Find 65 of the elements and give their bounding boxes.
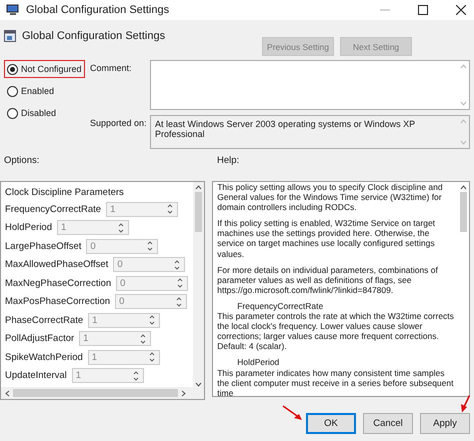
options-label: Options:	[4, 155, 40, 168]
scroll-down-icon[interactable]	[195, 382, 202, 387]
spin-arrows-icon[interactable]	[166, 203, 174, 216]
window-title: Global Configuration Settings	[26, 4, 170, 16]
help-heading: FrequencyCorrectRate	[236, 300, 324, 312]
spin-field[interactable]: 1	[72, 368, 144, 384]
spin-field[interactable]: 0	[113, 257, 186, 272]
scroll-left-icon[interactable]	[5, 390, 10, 396]
parameter-label: MaxAllowedPhaseOffset	[5, 259, 108, 270]
spin-arrows-icon[interactable]	[175, 296, 184, 308]
close-icon[interactable]	[456, 5, 466, 15]
spin-field[interactable]: 0	[115, 294, 188, 310]
spin-field[interactable]: 1	[88, 350, 160, 365]
scroll-thumb[interactable]	[460, 192, 467, 232]
computer-icon	[6, 4, 20, 16]
supported-label: Supported on:	[90, 117, 148, 130]
comment-label: Comment:	[90, 62, 133, 75]
scroll-up-icon[interactable]	[460, 185, 467, 190]
scroll-thumb[interactable]	[195, 192, 202, 232]
supported-field: At least Windows Server 2003 operating systems or Windows XP Professional	[150, 115, 470, 149]
spin-field[interactable]: 1	[57, 220, 129, 236]
help-label: Help:	[217, 155, 240, 168]
options-heading: Clock Discipline Parameters	[5, 186, 125, 200]
policy-icon	[4, 30, 16, 42]
radio-option[interactable]: Disabled	[4, 104, 60, 122]
spin-arrows-icon[interactable]	[173, 258, 182, 271]
spin-arrows-icon[interactable]	[148, 314, 156, 326]
spin-field[interactable]: 1	[88, 312, 160, 328]
help-paragraph: If this policy setting is enabled, W32time Service on target machines use the settings provided here. Otherwise, the service on target machines use locally configured settings values.	[217, 218, 436, 259]
help-paragraph: For more details on individual parameters, combinations of parameter values as well as definitions of flags, see https://go.microsoft.com/fwlink/?linkid=847809.	[217, 264, 439, 295]
parameter-label: PhaseCorrectRate	[5, 314, 84, 326]
radio-option[interactable]: Enabled	[4, 82, 58, 100]
spin-arrows-icon[interactable]	[146, 240, 154, 252]
dialog-button[interactable]: Cancel	[363, 413, 413, 434]
horizontal-scrollbar[interactable]	[1, 387, 204, 399]
spin-arrows-icon[interactable]	[139, 332, 148, 345]
help-paragraph: This parameter indicates how many consistent time samples the client computer must receive in a series before subsequent time	[217, 368, 454, 396]
radio-option[interactable]: Not Configured	[4, 60, 85, 78]
dialog-button[interactable]: Apply	[420, 413, 470, 434]
parameter-label: LargePhaseOffset	[5, 240, 82, 252]
spin-field[interactable]: 1	[106, 202, 178, 217]
maximize-icon[interactable]	[418, 5, 428, 15]
scroll-right-icon[interactable]	[181, 390, 186, 396]
help-paragraph: This policy setting allows you to specify Clock discipline and General values for the Windows Time service (W32time) for domain controllers including RODCs.	[217, 182, 444, 212]
scrollbar[interactable]	[193, 182, 204, 387]
spin-arrows-icon[interactable]	[176, 277, 184, 290]
parameter-label: FrequencyCorrectRate	[5, 204, 102, 215]
spin-field[interactable]: 1	[79, 331, 152, 346]
parameter-label: PollAdjustFactor	[5, 333, 74, 344]
parameter-label: UpdateInterval	[5, 370, 67, 382]
spin-field[interactable]: 0	[116, 276, 188, 291]
parameter-label: MaxNegPhaseCorrection	[5, 278, 112, 289]
scroll-up-icon[interactable]	[195, 185, 202, 190]
setting-title: Global Configuration Settings	[22, 30, 166, 42]
parameter-label: MaxPosPhaseCorrection	[5, 296, 110, 308]
scroll-thumb[interactable]	[13, 389, 178, 397]
parameter-label: SpikeWatchPeriod	[5, 352, 83, 363]
dialog-button[interactable]: OK	[306, 413, 356, 434]
help-paragraph: This parameter controls the rate at which the W32time corrects the local clock's frequency. Lower values cause slower corrections; larger values cause more frequent corrections. Default: 4 (scalar).	[217, 311, 454, 352]
help-heading: HoldPeriod	[236, 357, 280, 368]
spin-arrows-icon[interactable]	[148, 351, 156, 364]
parameter-label: HoldPeriod	[5, 222, 52, 234]
spin-arrows-icon[interactable]	[117, 222, 125, 234]
spin-field[interactable]: 0	[86, 238, 158, 254]
spin-arrows-icon[interactable]	[132, 370, 140, 382]
